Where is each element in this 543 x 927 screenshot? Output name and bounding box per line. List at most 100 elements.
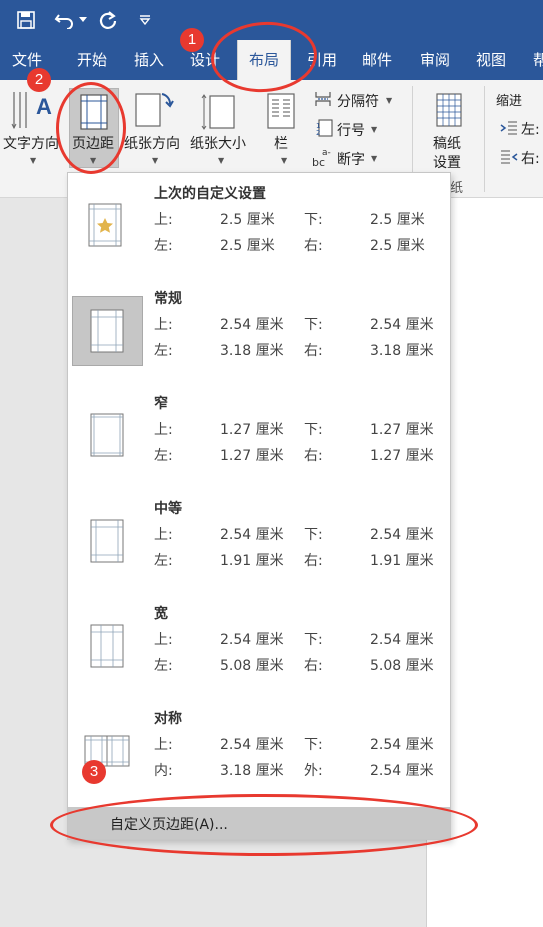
- preset-value: 5.08 厘米: [220, 658, 284, 674]
- preset-key: 上:: [154, 422, 173, 438]
- tab-mailings[interactable]: 邮件: [362, 40, 392, 80]
- preset-value: 3.18 厘米: [370, 343, 434, 359]
- manuscript-group-label: 纸: [450, 181, 464, 196]
- preset-key: 左:: [154, 553, 173, 569]
- indent-heading: 缩进: [496, 94, 523, 109]
- columns-icon[interactable]: [266, 92, 296, 132]
- step-badge-2: 2: [27, 68, 51, 92]
- preset-key: 右:: [304, 553, 323, 569]
- text-direction-icon[interactable]: A: [8, 88, 58, 134]
- preset-title[interactable]: 宽: [154, 603, 168, 623]
- preset-key: 右:: [304, 343, 323, 359]
- preset-value: 1.27 厘米: [370, 448, 434, 464]
- indent-left-label[interactable]: 左:: [521, 119, 540, 139]
- preset-key: 左:: [154, 658, 173, 674]
- svg-text:bc: bc: [312, 156, 325, 168]
- text-direction-dropdown-icon[interactable]: ▼: [30, 156, 36, 165]
- preset-value: 2.54 厘米: [220, 632, 284, 648]
- preset-value: 1.27 厘米: [370, 422, 434, 438]
- save-icon[interactable]: [14, 8, 38, 32]
- preset-value: 2.5 厘米: [220, 212, 275, 228]
- margins-dropdown-menu: 上次的自定义设置 上: 2.5 厘米 下: 2.5 厘米 左: 2.5 厘米 右…: [67, 172, 451, 840]
- line-numbers-dropdown-icon[interactable]: ▼: [371, 125, 377, 134]
- annotation-ring-custom-margins: [50, 794, 478, 856]
- preset-value: 2.54 厘米: [370, 763, 434, 779]
- columns-label[interactable]: 栏: [274, 133, 288, 153]
- preset-value: 2.5 厘米: [370, 238, 425, 254]
- preset-value: 1.27 厘米: [220, 422, 284, 438]
- preset-key: 左:: [154, 343, 173, 359]
- preset-key: 下:: [304, 527, 323, 543]
- size-dropdown-icon[interactable]: ▼: [218, 156, 224, 165]
- breaks-label[interactable]: 分隔符: [337, 91, 379, 111]
- preset-value: 2.54 厘米: [370, 317, 434, 333]
- preset-value: 2.54 厘米: [370, 527, 434, 543]
- breaks-dropdown-icon[interactable]: ▼: [386, 96, 392, 105]
- preset-value: 3.18 厘米: [220, 763, 284, 779]
- moderate-thumbnail[interactable]: [90, 519, 124, 563]
- size-icon[interactable]: [200, 88, 240, 134]
- preset-value: 1.91 厘米: [370, 553, 434, 569]
- preset-value: 2.54 厘米: [370, 632, 434, 648]
- customize-icon[interactable]: [136, 8, 154, 32]
- redo-icon[interactable]: [96, 8, 120, 32]
- step-badge-3: 3: [82, 760, 106, 784]
- last-custom-thumbnail[interactable]: [88, 203, 122, 247]
- preset-key: 上:: [154, 527, 173, 543]
- indent-right-icon: [500, 149, 518, 165]
- wide-thumbnail[interactable]: [90, 624, 124, 668]
- group-divider: [484, 86, 485, 192]
- preset-title[interactable]: 常规: [154, 288, 182, 308]
- svg-text:2: 2: [316, 129, 320, 137]
- preset-key: 内:: [154, 763, 173, 779]
- preset-key: 上:: [154, 632, 173, 648]
- preset-key: 下:: [304, 422, 323, 438]
- preset-title[interactable]: 中等: [154, 498, 182, 518]
- preset-value: 1.91 厘米: [220, 553, 284, 569]
- tab-help[interactable]: 帮: [533, 40, 543, 80]
- orientation-label[interactable]: 纸张方向: [124, 133, 180, 153]
- hyphenation-dropdown-icon[interactable]: ▼: [371, 154, 377, 163]
- indent-right-label[interactable]: 右:: [521, 148, 540, 168]
- preset-key: 下:: [304, 632, 323, 648]
- preset-value: 3.18 厘米: [220, 343, 284, 359]
- undo-dropdown-icon[interactable]: [78, 8, 88, 32]
- manuscript-label-1[interactable]: 稿纸: [433, 133, 461, 153]
- preset-value: 5.08 厘米: [370, 658, 434, 674]
- breaks-icon[interactable]: [314, 90, 332, 108]
- size-label[interactable]: 纸张大小: [190, 133, 246, 153]
- normal-thumbnail[interactable]: [90, 309, 124, 353]
- annotation-ring-margins-button: [56, 82, 126, 174]
- indent-left-icon: [500, 120, 518, 136]
- tab-review[interactable]: 审阅: [420, 40, 450, 80]
- preset-key: 上:: [154, 737, 173, 753]
- preset-value: 2.54 厘米: [220, 527, 284, 543]
- preset-key: 下:: [304, 317, 323, 333]
- preset-value: 2.54 厘米: [220, 737, 284, 753]
- preset-title[interactable]: 对称: [154, 708, 182, 728]
- line-numbers-icon[interactable]: 12: [316, 119, 334, 137]
- hyphenation-label[interactable]: 断字: [337, 149, 365, 169]
- line-numbers-label[interactable]: 行号: [337, 120, 365, 140]
- manuscript-icon[interactable]: [435, 92, 463, 128]
- hyphenation-icon[interactable]: a-bc: [312, 146, 334, 169]
- text-direction-label[interactable]: 文字方向: [3, 133, 59, 153]
- narrow-thumbnail[interactable]: [90, 413, 124, 457]
- step-badge-1: 1: [180, 28, 204, 52]
- preset-key: 右:: [304, 658, 323, 674]
- preset-key: 上:: [154, 212, 173, 228]
- preset-value: 2.54 厘米: [220, 317, 284, 333]
- preset-key: 下:: [304, 212, 323, 228]
- tab-insert[interactable]: 插入: [134, 40, 164, 80]
- preset-title[interactable]: 窄: [154, 393, 168, 413]
- columns-dropdown-icon[interactable]: ▼: [281, 156, 287, 165]
- orientation-icon[interactable]: [130, 88, 178, 134]
- manuscript-label-2[interactable]: 设置: [433, 152, 461, 172]
- preset-key: 外:: [304, 763, 323, 779]
- tab-view[interactable]: 视图: [476, 40, 506, 80]
- tab-home[interactable]: 开始: [77, 40, 107, 80]
- orientation-dropdown-icon[interactable]: ▼: [152, 156, 158, 165]
- preset-title[interactable]: 上次的自定义设置: [154, 183, 266, 203]
- undo-icon[interactable]: [52, 8, 78, 32]
- preset-key: 右:: [304, 238, 323, 254]
